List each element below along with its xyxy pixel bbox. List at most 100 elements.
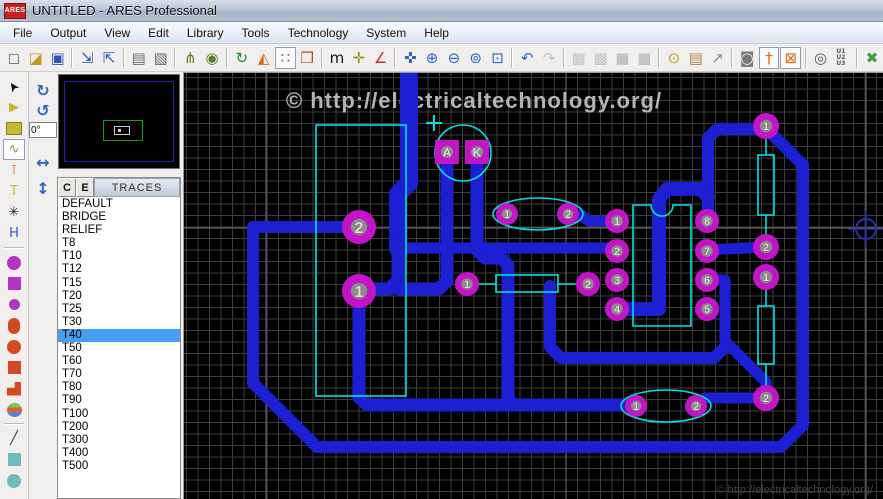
- menu-output[interactable]: Output: [41, 23, 95, 43]
- rect-smd-pad-mode-icon[interactable]: [3, 357, 25, 378]
- mark-output-area-icon[interactable]: ▧: [150, 47, 171, 69]
- new-file-icon[interactable]: ◻: [4, 47, 25, 69]
- redo-icon[interactable]: ↷: [539, 47, 560, 69]
- menu-help[interactable]: Help: [415, 23, 458, 43]
- rotate-clockwise-icon[interactable]: ↻: [32, 80, 54, 100]
- x-cursor-icon[interactable]: ∠: [370, 47, 391, 69]
- design-explorer-icon[interactable]: ◉: [202, 47, 223, 69]
- menu-technology[interactable]: Technology: [279, 23, 358, 43]
- trace-style-item[interactable]: T300: [58, 434, 180, 447]
- block-move-icon[interactable]: ▩: [590, 47, 611, 69]
- trace-style-item[interactable]: T100: [58, 408, 180, 421]
- connectivity-highlight-mode-icon[interactable]: H: [3, 223, 25, 244]
- trace-style-item[interactable]: T40: [58, 329, 180, 342]
- 2d-box-mode-icon[interactable]: [3, 449, 25, 470]
- object-selector-header: C E TRACES: [58, 178, 180, 197]
- menu-view[interactable]: View: [95, 23, 139, 43]
- trace-style-item[interactable]: DEFAULT: [58, 198, 180, 211]
- save-design-icon[interactable]: ▣: [47, 47, 68, 69]
- vertical-mirror-icon[interactable]: ↕: [32, 178, 54, 198]
- trace-style-item[interactable]: RELIEF: [58, 224, 180, 237]
- trace-mode-icon[interactable]: ∿: [3, 139, 25, 160]
- round-pad-mode-icon[interactable]: [3, 252, 25, 273]
- design-rule-lock-icon[interactable]: ◙: [737, 47, 758, 69]
- import-region-icon[interactable]: ⇲: [77, 47, 98, 69]
- rotate-anticlockwise-icon[interactable]: ↺: [32, 100, 54, 120]
- search-and-tag-icon[interactable]: ◎: [810, 47, 831, 69]
- pan-icon[interactable]: ✜: [400, 47, 421, 69]
- component-list-icon[interactable]: U1 U2 U3: [832, 47, 853, 69]
- trace-style-item[interactable]: T90: [58, 394, 180, 407]
- menu-tools[interactable]: Tools: [233, 23, 279, 43]
- trace-style-item[interactable]: T30: [58, 316, 180, 329]
- package-mode-icon[interactable]: [3, 118, 25, 139]
- print-icon[interactable]: ▤: [128, 47, 149, 69]
- trace-style-item[interactable]: T500: [58, 460, 180, 473]
- auto-router-icon[interactable]: ✖: [862, 47, 883, 69]
- false-origin-icon[interactable]: ✛: [348, 47, 369, 69]
- trace-style-item[interactable]: T10: [58, 250, 180, 263]
- via-mode-icon[interactable]: ⊺: [3, 160, 25, 181]
- block-rotate-icon[interactable]: ■: [612, 47, 633, 69]
- metric-toggle-icon[interactable]: m: [327, 47, 348, 69]
- zoom-all-icon[interactable]: ⊚: [465, 47, 486, 69]
- trace-style-item[interactable]: T80: [58, 381, 180, 394]
- pad-number: 2: [585, 279, 591, 291]
- horizontal-mirror-icon[interactable]: ↔: [32, 152, 54, 172]
- create-style-button[interactable]: C: [58, 178, 76, 197]
- edit-style-button[interactable]: E: [76, 178, 94, 197]
- pad-number: 2: [763, 242, 769, 254]
- zoom-area-icon[interactable]: ⊡: [487, 47, 508, 69]
- trace-style-item[interactable]: T25: [58, 303, 180, 316]
- dil-pad-mode-icon[interactable]: [3, 294, 25, 315]
- pcb-editing-area[interactable]: © http://electricaltechnology.org/211212…: [183, 72, 883, 499]
- selection-filter-icon[interactable]: ⊠: [780, 47, 801, 69]
- menu-edit[interactable]: Edit: [139, 23, 178, 43]
- polygonal-pad-mode-icon[interactable]: [3, 378, 25, 399]
- menu-file[interactable]: File: [4, 23, 41, 43]
- trace-style-item[interactable]: T50: [58, 342, 180, 355]
- netlist-transfer-icon[interactable]: ⋔: [180, 47, 201, 69]
- zone-mode-icon[interactable]: T: [3, 181, 25, 202]
- trace-style-item[interactable]: T400: [58, 447, 180, 460]
- toolbar-separator: [511, 48, 513, 68]
- flip-view-icon[interactable]: ◭: [253, 47, 274, 69]
- goto-pointer-icon[interactable]: ↗: [707, 47, 728, 69]
- trace-angle-lock-icon[interactable]: †: [759, 47, 780, 69]
- zoom-out-icon[interactable]: ⊖: [443, 47, 464, 69]
- trace-style-item[interactable]: T15: [58, 277, 180, 290]
- circular-smd-pad-mode-icon[interactable]: [3, 336, 25, 357]
- trace-style-item[interactable]: T200: [58, 421, 180, 434]
- redraw-icon[interactable]: ↻: [231, 47, 252, 69]
- menu-library[interactable]: Library: [178, 23, 233, 43]
- layer-colours-icon[interactable]: ❒: [297, 47, 318, 69]
- pad-number: K: [473, 145, 482, 159]
- toolbar-separator: [321, 48, 323, 68]
- export-region-icon[interactable]: ⇱: [99, 47, 120, 69]
- 2d-line-mode-icon[interactable]: ╱: [3, 428, 25, 449]
- zoom-in-icon[interactable]: ⊕: [422, 47, 443, 69]
- undo-icon[interactable]: ↶: [517, 47, 538, 69]
- trace-style-item[interactable]: T20: [58, 290, 180, 303]
- toggle-grid-icon[interactable]: ∷: [275, 47, 296, 69]
- trace-style-item[interactable]: T12: [58, 263, 180, 276]
- pick-parts-icon[interactable]: ⊙: [663, 47, 684, 69]
- trace-style-item[interactable]: T60: [58, 355, 180, 368]
- open-design-icon[interactable]: ◪: [25, 47, 46, 69]
- padstack-mode-icon[interactable]: [3, 399, 25, 420]
- rotation-angle-input[interactable]: [29, 122, 57, 138]
- menu-system[interactable]: System: [357, 23, 415, 43]
- ratsnest-mode-icon[interactable]: ✳: [3, 202, 25, 223]
- 2d-circle-mode-icon[interactable]: [3, 470, 25, 491]
- block-delete-icon[interactable]: ■: [634, 47, 655, 69]
- smd-pad-mode-icon[interactable]: [3, 315, 25, 336]
- trace-style-item[interactable]: BRIDGE: [58, 211, 180, 224]
- make-package-icon[interactable]: ▤: [685, 47, 706, 69]
- square-pad-mode-icon[interactable]: [3, 273, 25, 294]
- block-copy-icon[interactable]: ▩: [568, 47, 589, 69]
- component-mode-icon[interactable]: ▶: [3, 97, 25, 118]
- title-bar[interactable]: ARES UNTITLED - ARES Professional: [0, 0, 883, 22]
- design-overview[interactable]: [58, 74, 180, 169]
- trace-style-item[interactable]: T8: [58, 237, 180, 250]
- trace-style-item[interactable]: T70: [58, 368, 180, 381]
